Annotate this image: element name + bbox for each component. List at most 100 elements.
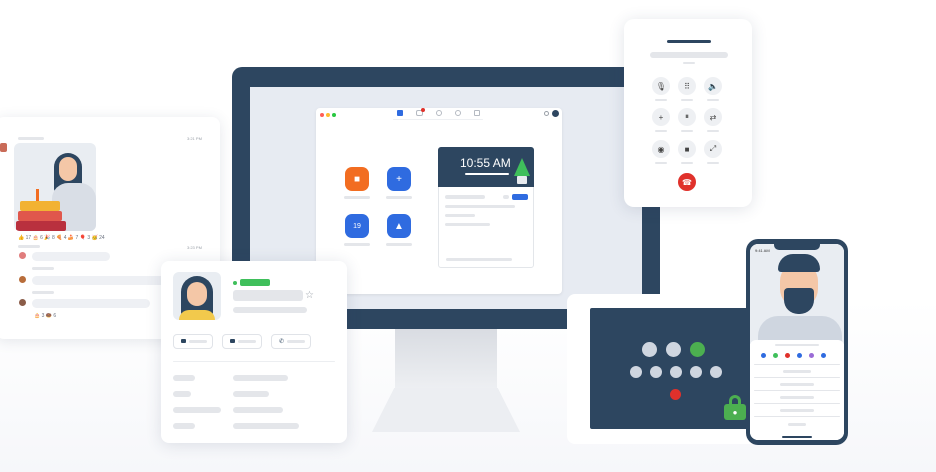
join-label xyxy=(386,196,412,199)
sheet-option-2[interactable] xyxy=(780,383,814,386)
video-key-label xyxy=(681,162,693,164)
lock-icon: ● xyxy=(724,404,746,420)
schedule-tile[interactable]: 19 xyxy=(345,214,369,238)
phone-participants-button[interactable] xyxy=(809,353,814,358)
reply-avatar-1 xyxy=(19,252,26,259)
reply-name-2 xyxy=(32,267,54,270)
phone-video-feed xyxy=(750,244,844,346)
contact-title xyxy=(233,307,307,313)
tab-phone[interactable] xyxy=(436,110,442,116)
record-key[interactable]: ◉ xyxy=(652,140,670,158)
new-meeting-tile[interactable]: ■ xyxy=(345,167,369,191)
chat-button[interactable] xyxy=(173,334,213,349)
meeting-detail-1 xyxy=(445,205,515,208)
plant-pot xyxy=(517,176,527,184)
sheet-handle xyxy=(775,344,819,346)
sheet-divider-3 xyxy=(754,390,840,391)
reaction-bar[interactable]: 👍 17 🎂 6 🎉 8 🍕 4 🍰 7 🎈 3 🥳 24 xyxy=(18,235,105,241)
monitor-neck xyxy=(395,329,497,391)
birthday-image[interactable] xyxy=(14,143,96,231)
speaker-icon: 🔈 xyxy=(708,81,718,91)
window-maximize-button[interactable] xyxy=(332,113,336,117)
profile-avatar[interactable] xyxy=(552,110,559,117)
phone-more-button[interactable] xyxy=(821,353,826,358)
sheet-divider-5 xyxy=(754,416,840,417)
meeting-title-bar xyxy=(445,195,485,199)
reaction-bar-2[interactable]: 🎂 3 🍩 6 xyxy=(34,313,56,319)
candle-icon xyxy=(36,189,39,201)
star-icon[interactable]: ☆ xyxy=(305,290,314,301)
window-close-button[interactable] xyxy=(320,113,324,117)
clock-time: 10:55 AM xyxy=(460,156,511,170)
detail-label-1 xyxy=(173,375,195,381)
expand-key[interactable]: ⤢ xyxy=(704,140,722,158)
keypad-key-4[interactable] xyxy=(690,366,702,378)
hang-up-icon: ☎ xyxy=(682,177,692,187)
sheet-option-1[interactable] xyxy=(783,370,811,373)
keypad-key-5[interactable] xyxy=(710,366,722,378)
detail-label-2 xyxy=(173,391,191,397)
sender-name-2 xyxy=(18,245,40,248)
contact-name xyxy=(233,290,303,301)
sheet-divider-1 xyxy=(754,364,840,365)
hold-key[interactable]: ⏸ xyxy=(678,108,696,126)
phone-end-button[interactable] xyxy=(785,353,790,358)
sheet-option-4[interactable] xyxy=(780,409,814,412)
passcode-dot-2 xyxy=(666,342,681,357)
sheet-divider-2 xyxy=(754,377,840,378)
tab-contacts[interactable] xyxy=(474,110,480,116)
sheet-divider-4 xyxy=(754,403,840,404)
chat-badge xyxy=(421,108,425,112)
video-button-label xyxy=(238,340,256,343)
transfer-key-label xyxy=(707,130,719,132)
reply-avatar-3 xyxy=(19,299,26,306)
speaker-key-label xyxy=(707,99,719,101)
start-meeting-button[interactable] xyxy=(512,194,528,200)
man-hair xyxy=(778,254,820,272)
phone-video-button[interactable] xyxy=(773,353,778,358)
keypad-key-1[interactable] xyxy=(630,366,642,378)
message-timestamp: 3:21 PM xyxy=(187,136,202,141)
keypad-key[interactable]: ⠿ xyxy=(678,77,696,95)
keypad-key-label xyxy=(681,99,693,101)
transfer-key[interactable]: ⇄ xyxy=(704,108,722,126)
phone-notch xyxy=(774,244,820,250)
man-beard xyxy=(784,288,814,314)
window-minimize-button[interactable] xyxy=(326,113,330,117)
phone-mute-button[interactable] xyxy=(761,353,766,358)
detail-value-1 xyxy=(233,375,288,381)
cake-layer-mid xyxy=(18,211,62,221)
share-screen-tile[interactable]: ▲ xyxy=(387,214,411,238)
add-call-key[interactable]: + xyxy=(652,108,670,126)
schedule-label xyxy=(344,243,370,246)
mute-key[interactable]: 🎙 xyxy=(652,77,670,95)
chat-icon xyxy=(181,339,186,343)
phone-share-button[interactable] xyxy=(797,353,802,358)
cake-layer-bottom xyxy=(16,221,66,231)
sheet-cancel[interactable] xyxy=(788,423,806,426)
keypad-key-3[interactable] xyxy=(670,366,682,378)
reply-name-3 xyxy=(32,291,54,294)
phone-button[interactable]: ✆ xyxy=(271,334,311,349)
reply-bubble-1 xyxy=(32,252,110,261)
sheet-option-3[interactable] xyxy=(780,396,814,399)
share-label xyxy=(386,243,412,246)
phone-icon: ✆ xyxy=(279,339,285,345)
video-icon xyxy=(230,339,235,343)
tab-home[interactable] xyxy=(397,110,403,116)
video-button[interactable] xyxy=(222,334,262,349)
video-key[interactable]: ■ xyxy=(678,140,696,158)
share-icon: ▲ xyxy=(394,220,404,232)
search-icon[interactable] xyxy=(544,111,549,116)
join-tile[interactable]: + xyxy=(387,167,411,191)
phone-status-time: 9:41 AM xyxy=(755,248,770,253)
hang-up-button[interactable]: ☎ xyxy=(678,173,696,191)
tab-meetings[interactable] xyxy=(455,110,461,116)
room-end-button[interactable] xyxy=(670,389,681,400)
video-camera-icon: ■ xyxy=(353,173,361,185)
video-icon: ■ xyxy=(684,144,690,154)
keypad-key-2[interactable] xyxy=(650,366,662,378)
expand-icon: ⤢ xyxy=(709,144,717,153)
speaker-key[interactable]: 🔈 xyxy=(704,77,722,95)
add-call-icon: + xyxy=(658,112,664,122)
